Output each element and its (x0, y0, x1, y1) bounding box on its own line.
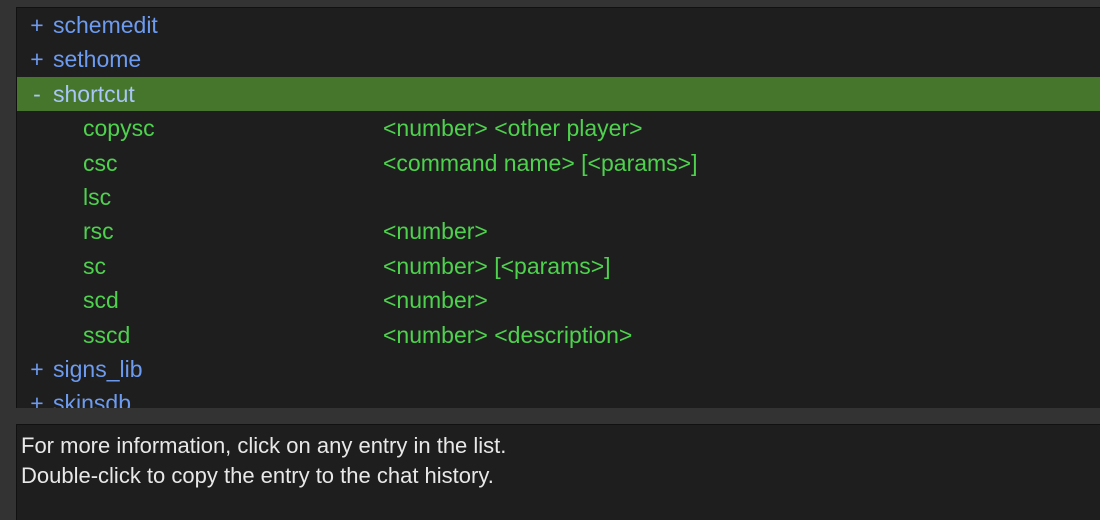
collapse-icon[interactable]: - (29, 77, 45, 111)
command-name-label: copysc (83, 115, 155, 142)
command-name-label: rsc (83, 218, 114, 245)
command-params-label: <number> (383, 218, 488, 245)
mod-name-label: sethome (53, 46, 142, 73)
list-item-mod[interactable]: + sethome (17, 42, 1100, 76)
list-item-mod[interactable]: + schemedit (17, 8, 1100, 42)
mod-name-label: shortcut (53, 80, 135, 107)
list-item-mod[interactable]: + skinsdb (17, 386, 1100, 408)
command-params-label: <number> [<params>] (383, 252, 611, 279)
list-item-command[interactable]: copysc <number> <other player> (17, 111, 1100, 145)
list-item-command[interactable]: csc <command name> [<params>] (17, 146, 1100, 180)
list-item-mod[interactable]: - shortcut (17, 76, 1100, 112)
list-item-command[interactable]: scd <number> (17, 283, 1100, 317)
command-name-label: csc (83, 149, 118, 176)
command-list-scroll-area[interactable]: + schemedit + sethome - shortcut copysc <number… (17, 8, 1100, 408)
mod-name-label: skinsdb (53, 390, 131, 408)
list-item-command[interactable]: sscd <number> <description> (17, 318, 1100, 352)
command-list-panel[interactable]: + schemedit + sethome - shortcut copysc <number… (16, 7, 1100, 408)
list-item-command[interactable]: rsc <number> (17, 214, 1100, 248)
expand-icon[interactable]: + (29, 42, 45, 76)
command-params-label: <number> <other player> (383, 115, 643, 142)
command-list-window: + schemedit + sethome - shortcut copysc <number… (0, 0, 1100, 520)
expand-icon[interactable]: + (29, 386, 45, 408)
command-name-label: sc (83, 252, 106, 279)
info-line-2: Double-click to copy the entry to the ch… (21, 463, 494, 488)
list-item-mod[interactable]: + signs_lib (17, 352, 1100, 386)
command-name-label: scd (83, 287, 119, 314)
list-item-command[interactable]: lsc (17, 180, 1100, 214)
command-params-label: <number> <description> (383, 321, 633, 348)
list-item-command[interactable]: sc <number> [<params>] (17, 249, 1100, 283)
expand-icon[interactable]: + (29, 8, 45, 42)
mod-name-label: signs_lib (53, 355, 143, 382)
command-name-label: sscd (83, 321, 131, 348)
info-line-1: For more information, click on any entry… (21, 433, 507, 458)
command-params-label: <command name> [<params>] (383, 149, 698, 176)
command-name-label: lsc (83, 183, 112, 210)
info-panel: For more information, click on any entry… (16, 424, 1100, 520)
command-params-label: <number> (383, 287, 488, 314)
mod-name-label: schemedit (53, 12, 158, 38)
expand-icon[interactable]: + (29, 352, 45, 386)
